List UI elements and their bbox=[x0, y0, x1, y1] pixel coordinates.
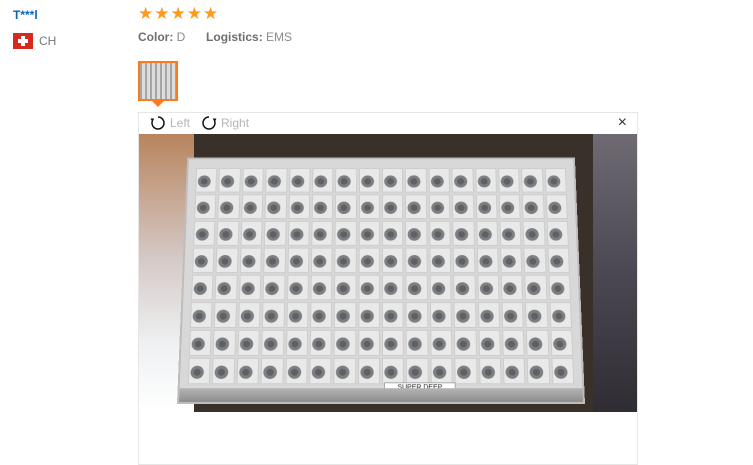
logistics-label: Logistics: bbox=[206, 30, 263, 44]
color-value: D bbox=[176, 30, 186, 44]
reviewer-username[interactable]: T***l bbox=[13, 8, 38, 22]
color-label: Color: bbox=[138, 30, 174, 44]
rotate-right-button[interactable]: Right bbox=[200, 114, 249, 132]
thumbnail-caret bbox=[152, 101, 164, 107]
star-icon: ★ bbox=[138, 4, 154, 23]
rotate-right-icon bbox=[202, 116, 217, 130]
switzerland-flag-icon bbox=[13, 33, 33, 49]
photo-viewer: Left Right × SUPER bbox=[138, 112, 638, 465]
close-icon[interactable]: × bbox=[618, 115, 627, 131]
review-photo: SUPER DEEP bbox=[139, 134, 637, 412]
photo-background-right bbox=[593, 134, 637, 412]
star-icon: ★ bbox=[154, 4, 170, 23]
logistics-value: EMS bbox=[266, 30, 293, 44]
viewer-toolbar: Left Right × bbox=[139, 113, 637, 133]
reviewer-country: CH bbox=[13, 33, 56, 49]
bin-grid bbox=[187, 168, 575, 385]
country-code: CH bbox=[39, 34, 57, 48]
review-photo-thumbnail[interactable] bbox=[138, 61, 178, 101]
rotate-right-label: Right bbox=[221, 116, 250, 130]
order-meta: Color: D Logistics: EMS bbox=[138, 30, 292, 44]
rotate-left-label: Left bbox=[170, 116, 191, 130]
rotate-left-button[interactable]: Left bbox=[149, 114, 190, 132]
parts-drawer: SUPER DEEP bbox=[177, 157, 585, 404]
thumbnail-image bbox=[140, 63, 176, 99]
rating-stars: ★ ★ ★ ★ ★ bbox=[138, 5, 218, 22]
rotate-left-icon bbox=[150, 116, 165, 130]
star-icon: ★ bbox=[203, 4, 219, 23]
star-icon: ★ bbox=[186, 4, 202, 23]
star-icon: ★ bbox=[170, 4, 186, 23]
drawer-front-strip bbox=[179, 388, 583, 403]
